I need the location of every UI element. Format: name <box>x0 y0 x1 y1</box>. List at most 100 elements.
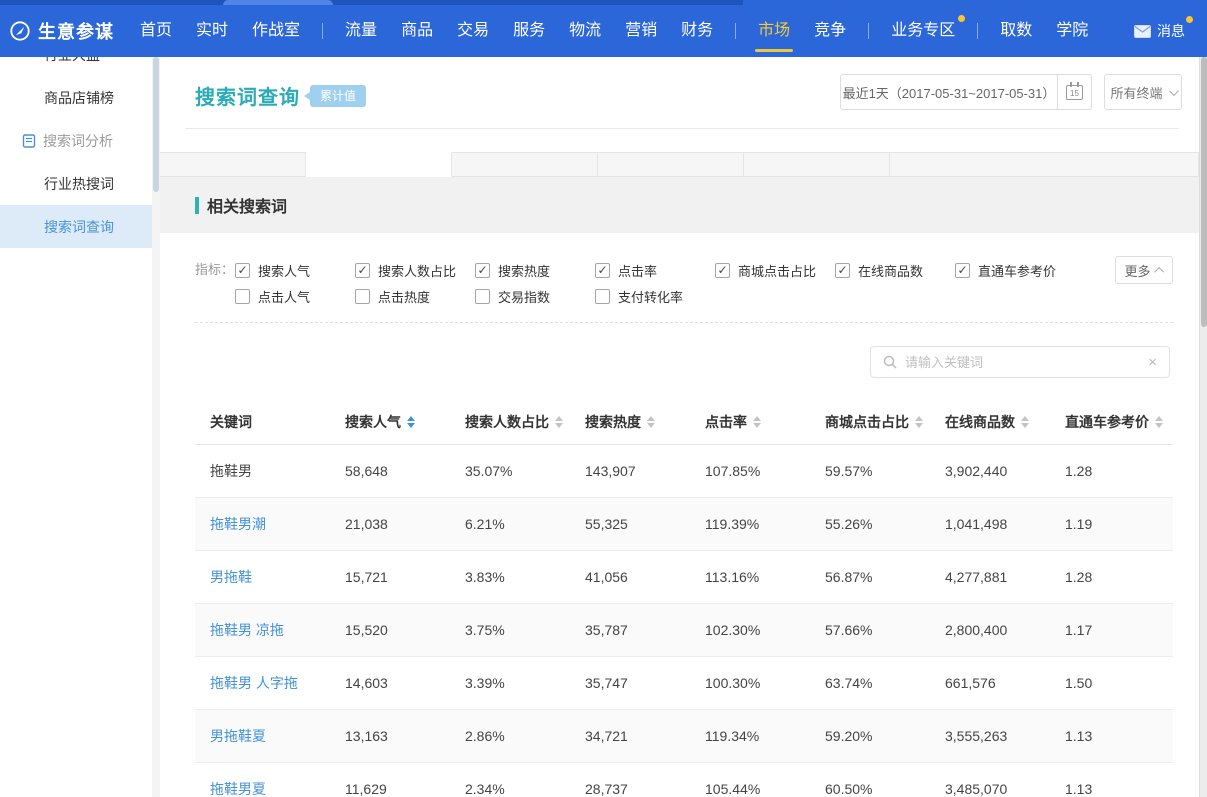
keyword-cell[interactable]: 拖鞋男 凉拖 <box>195 620 330 640</box>
checked-checkbox[interactable]: ✓ <box>835 263 850 278</box>
metric-checkbox-option[interactable]: ✓ 搜索人气 <box>235 261 355 280</box>
nav-item[interactable]: 财务 <box>669 5 725 57</box>
table-cell: 3,902,440 <box>930 463 1050 479</box>
vertical-scrollbar-thumb[interactable] <box>1201 57 1207 327</box>
results-table: 关键词搜索人气搜索人数占比搜索热度点击率商城点击占比在线商品数直通车参考价 拖鞋… <box>195 400 1173 797</box>
sidebar: 行业大盘商品店铺榜搜索词分析行业热搜词搜索词查询 <box>0 57 152 797</box>
clear-search-icon[interactable]: × <box>1148 355 1157 370</box>
keyword-cell[interactable]: 拖鞋男夏 <box>195 779 330 797</box>
nav-item[interactable]: 作战室 <box>240 5 312 57</box>
column-label: 在线商品数 <box>945 412 1015 432</box>
metric-checkbox-option[interactable]: ✓搜索人数占比 <box>355 261 475 280</box>
checked-checkbox[interactable]: ✓ <box>595 263 610 278</box>
nav-item[interactable]: 首页 <box>128 5 184 57</box>
sort-asc-arrow <box>753 416 761 421</box>
checked-checkbox[interactable]: ✓ <box>355 263 370 278</box>
table-header-cell[interactable]: 搜索人气 <box>330 412 450 432</box>
tab[interactable] <box>452 152 598 177</box>
metric-checkbox-option[interactable]: 交易指数 <box>475 287 595 306</box>
keyword-cell[interactable]: 拖鞋男 人字拖 <box>195 673 330 693</box>
calendar-button[interactable]: 15 <box>1057 75 1091 109</box>
checked-checkbox[interactable]: ✓ <box>715 263 730 278</box>
metric-checkbox-option[interactable]: ✓在线商品数 <box>835 261 955 280</box>
nav-item[interactable]: 商品 <box>389 5 445 57</box>
sidebar-item[interactable]: 行业热搜词 <box>0 162 152 205</box>
table-header-row: 关键词搜索人气搜索人数占比搜索热度点击率商城点击占比在线商品数直通车参考价 <box>195 400 1173 445</box>
tab[interactable] <box>160 152 306 177</box>
keyword-cell[interactable]: 男拖鞋 <box>195 567 330 587</box>
sort-icon[interactable] <box>1021 416 1029 428</box>
table-cell: 102.30% <box>690 622 810 638</box>
sidebar-scrollbar-thumb[interactable] <box>153 57 159 192</box>
app-logo[interactable]: 生意参谋 <box>9 18 114 44</box>
vertical-scrollbar[interactable] <box>1199 57 1207 797</box>
checked-checkbox[interactable]: ✓ <box>475 263 490 278</box>
checked-checkbox[interactable]: ✓ <box>235 263 250 278</box>
nav-item[interactable]: 学院 <box>1044 5 1100 57</box>
metric-checkbox-option[interactable]: ✓搜索热度 <box>475 261 595 280</box>
sidebar-item[interactable]: 商品店铺榜 <box>0 76 152 119</box>
tab[interactable] <box>890 152 1199 177</box>
sidebar-item[interactable]: 搜索词分析 <box>0 119 152 162</box>
checkbox-label: 搜索人气 <box>258 261 310 280</box>
table-header-cell[interactable]: 商城点击占比 <box>810 412 930 432</box>
more-button[interactable]: 更多 <box>1115 256 1173 284</box>
nav-item[interactable]: 市场 <box>746 5 802 57</box>
table-cell: 119.39% <box>690 516 810 532</box>
nav-item[interactable]: 实时 <box>184 5 240 57</box>
unchecked-checkbox[interactable] <box>355 289 370 304</box>
table-cell: 3.75% <box>450 622 570 638</box>
metric-checkbox-option[interactable]: ✓点击率 <box>595 261 715 280</box>
checked-checkbox[interactable]: ✓ <box>955 263 970 278</box>
page-title: 搜索词查询 <box>195 81 300 110</box>
checkbox-label: 点击热度 <box>378 287 430 306</box>
nav-item[interactable]: 竞争 <box>802 5 858 57</box>
messages-button[interactable]: 消息 <box>1134 21 1193 41</box>
app-window: 生意参谋 首页实时作战室流量商品交易服务物流营销财务市场竞争业务专区取数学院 消… <box>0 0 1207 797</box>
date-range-button[interactable]: 最近1天（2017-05-31~2017-05-31） 15 <box>840 74 1092 110</box>
table-header-cell[interactable]: 搜索热度 <box>570 412 690 432</box>
terminal-filter-dropdown[interactable]: 所有终端 <box>1104 74 1182 110</box>
nav-item[interactable]: 业务专区 <box>879 5 967 57</box>
unchecked-checkbox[interactable] <box>475 289 490 304</box>
table-cell: 2.34% <box>450 781 570 797</box>
nav-item[interactable]: 物流 <box>557 5 613 57</box>
keyword-search-input[interactable] <box>905 355 1140 370</box>
sort-icon[interactable] <box>915 416 923 428</box>
sidebar-item[interactable]: 搜索词查询 <box>0 205 152 248</box>
table-header-cell[interactable]: 点击率 <box>690 412 810 432</box>
keyword-cell[interactable]: 拖鞋男潮 <box>195 514 330 534</box>
checkbox-label: 直通车参考价 <box>978 261 1056 280</box>
metric-checkbox-option[interactable]: 点击热度 <box>355 287 475 306</box>
table-header-cell[interactable]: 直通车参考价 <box>1050 412 1173 432</box>
keyword-cell[interactable]: 男拖鞋夏 <box>195 726 330 746</box>
nav-item[interactable]: 营销 <box>613 5 669 57</box>
sort-icon[interactable] <box>407 416 415 428</box>
sort-icon[interactable] <box>1155 416 1163 428</box>
nav-item[interactable]: 服务 <box>501 5 557 57</box>
metric-checkbox-option[interactable]: ✓ 直通车参考价 <box>955 261 1075 280</box>
nav-item[interactable]: 交易 <box>445 5 501 57</box>
table-cell: 63.74% <box>810 675 930 691</box>
unchecked-checkbox[interactable] <box>235 289 250 304</box>
date-range-label: 最近1天（2017-05-31~2017-05-31） <box>841 83 1057 102</box>
metric-checkbox-option[interactable]: 点击人气 <box>235 287 355 306</box>
nav-item[interactable]: 流量 <box>333 5 389 57</box>
nav-divider <box>322 23 323 39</box>
tab[interactable] <box>598 152 744 177</box>
table-header-cell[interactable]: 在线商品数 <box>930 412 1050 432</box>
unchecked-checkbox[interactable] <box>595 289 610 304</box>
table-cell: 41,056 <box>570 569 690 585</box>
compass-logo-icon <box>9 20 31 42</box>
sort-icon[interactable] <box>647 416 655 428</box>
tab[interactable] <box>306 152 452 177</box>
tab[interactable] <box>744 152 890 177</box>
nav-item[interactable]: 取数 <box>988 5 1044 57</box>
sidebar-scrollbar[interactable] <box>152 57 160 797</box>
table-cell: 1.13 <box>1050 781 1173 797</box>
sort-icon[interactable] <box>753 416 761 428</box>
metric-checkbox-option[interactable]: ✓商城点击占比 <box>715 261 835 280</box>
sort-icon[interactable] <box>555 416 563 428</box>
table-header-cell[interactable]: 搜索人数占比 <box>450 412 570 432</box>
metric-checkbox-option[interactable]: 支付转化率 <box>595 287 715 306</box>
